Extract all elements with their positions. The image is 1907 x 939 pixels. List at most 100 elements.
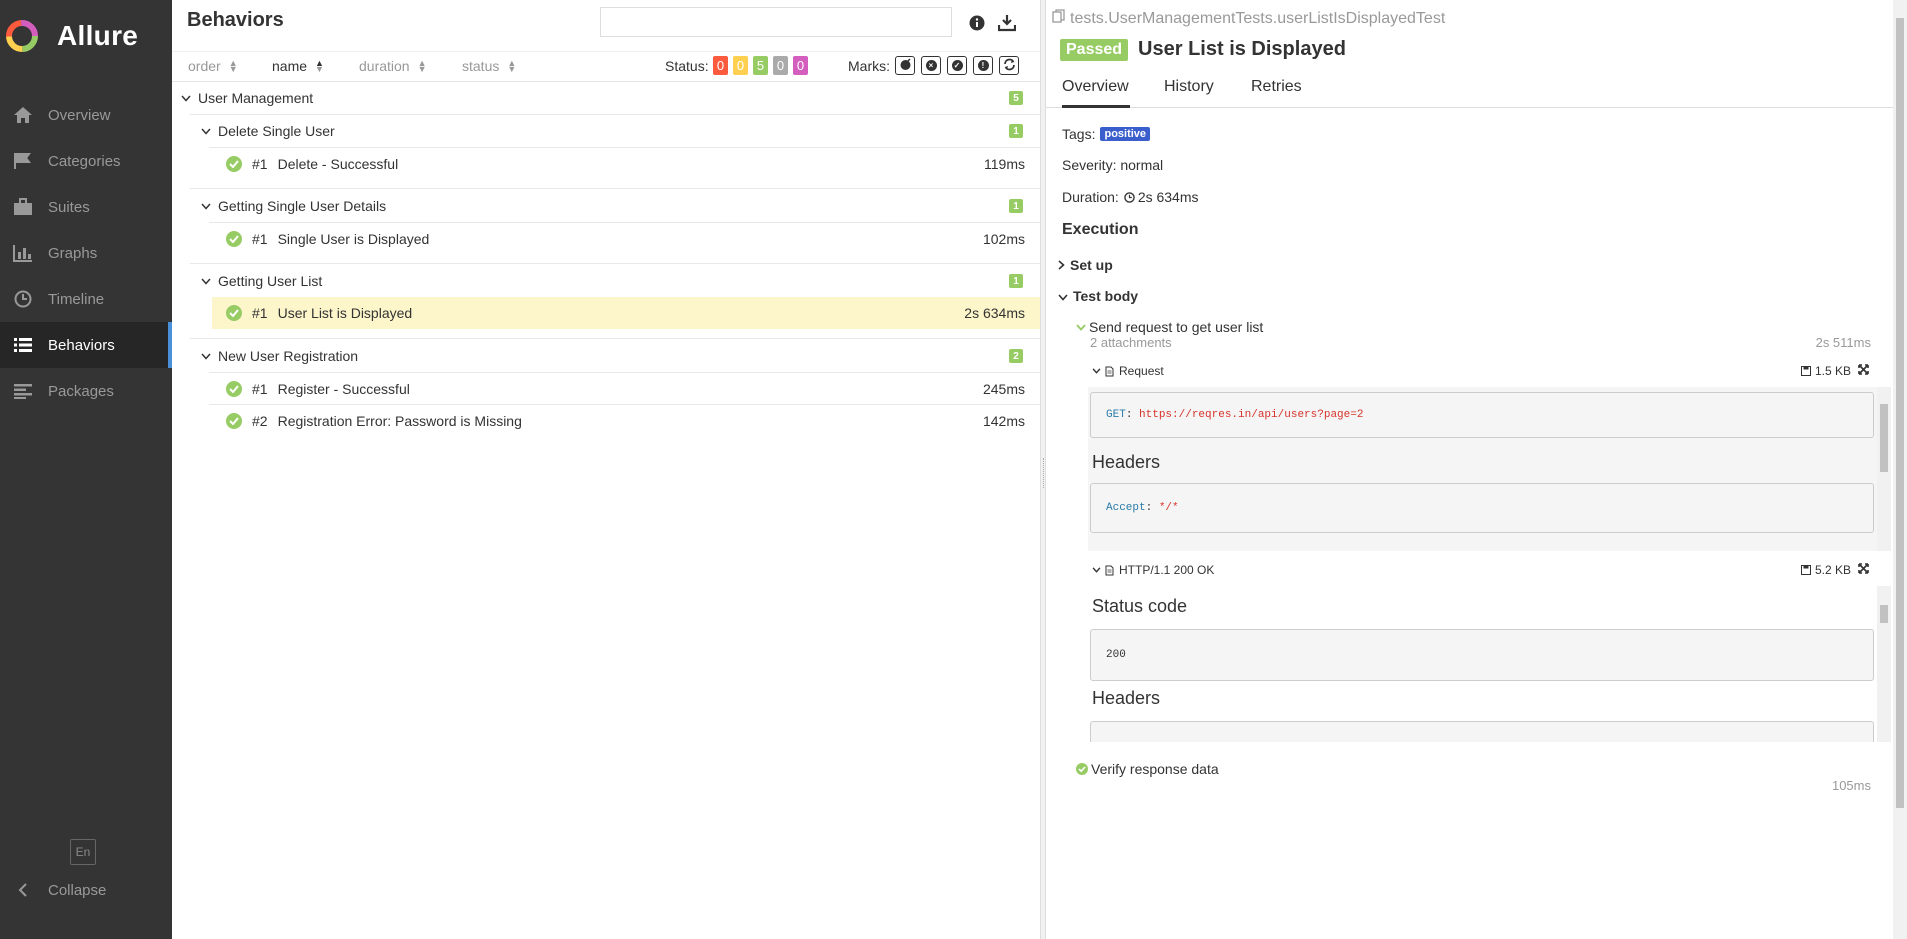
file-icon — [1105, 565, 1114, 576]
sort-duration[interactable]: duration ▲ ▼ — [359, 58, 427, 74]
sort-arrows-icon: ▲ ▼ — [228, 58, 238, 74]
sidebar-item-behaviors[interactable]: Behaviors — [0, 322, 172, 368]
attachment-request-header[interactable]: Request — [1092, 364, 1164, 378]
sort-name[interactable]: name ▲ ▼ — [272, 58, 324, 74]
test-duration: 142ms — [982, 413, 1025, 429]
chevron-down-icon — [200, 203, 212, 210]
attachment-scrollbar[interactable] — [1877, 586, 1891, 742]
test-row[interactable]: #2 Registration Error: Password is Missi… — [172, 405, 1040, 437]
collapse-button[interactable]: Collapse — [12, 877, 106, 903]
stage-setup[interactable]: Set up — [1058, 257, 1113, 273]
status-code-block: 200 — [1090, 629, 1874, 681]
execution-heading: Execution — [1062, 221, 1139, 238]
request-method: GET — [1106, 409, 1126, 421]
attachment-scrollbar[interactable] — [1877, 387, 1891, 551]
test-number: #1 — [252, 305, 268, 321]
passed-check-icon — [226, 413, 242, 429]
expand-icon[interactable] — [1858, 563, 1869, 577]
status-failed-toggle[interactable]: 0 — [713, 56, 728, 75]
info-icon[interactable] — [968, 14, 986, 32]
attachment-size-value: 5.2 KB — [1814, 563, 1851, 577]
chevron-down-icon — [1092, 567, 1101, 573]
request-url: https://reqres.in/api/users?page=2 — [1139, 409, 1364, 421]
sidebar-item-timeline[interactable]: Timeline — [0, 276, 172, 322]
test-number: #2 — [252, 413, 268, 429]
new-broken-mark-button[interactable]: ! — [973, 56, 993, 75]
tab-history[interactable]: History — [1164, 78, 1214, 108]
test-row[interactable]: #1 Delete - Successful 119ms — [172, 148, 1040, 180]
brand[interactable]: Allure — [0, 0, 172, 72]
language-selector[interactable]: En — [70, 839, 96, 865]
attachment-response-header[interactable]: HTTP/1.1 200 OK — [1092, 563, 1214, 577]
group-name: User Management — [198, 90, 314, 106]
flaky-mark-button[interactable] — [895, 56, 915, 75]
new-failed-mark-button[interactable]: × — [921, 56, 941, 75]
chevron-down-icon — [200, 128, 212, 135]
sidebar-item-categories[interactable]: Categories — [0, 138, 172, 184]
test-row[interactable]: #1 Register - Successful 245ms — [172, 373, 1040, 405]
passed-check-icon — [226, 156, 242, 172]
scrollbar-thumb[interactable] — [1880, 404, 1888, 472]
expand-icon[interactable] — [1858, 364, 1869, 378]
tab-overview[interactable]: Overview — [1062, 78, 1130, 108]
tree-group-getting-single-user-details[interactable]: Getting Single User Details 1 — [172, 190, 1040, 222]
clock-icon — [1124, 191, 1135, 203]
step-verify-response[interactable]: Verify response data — [1076, 761, 1219, 777]
stage-label: Set up — [1070, 257, 1113, 273]
stage-test-body[interactable]: Test body — [1058, 288, 1138, 304]
group-name: Delete Single User — [218, 123, 335, 139]
sidebar: Allure Overview Categories Suites Graphs… — [0, 0, 172, 939]
status-unknown-toggle[interactable]: 0 — [793, 56, 808, 75]
tree-group-getting-user-list[interactable]: Getting User List 1 — [172, 265, 1040, 297]
tree-group-user-management[interactable]: User Management 5 — [172, 82, 1040, 114]
sidebar-item-label: Packages — [48, 382, 114, 400]
step-send-request[interactable]: Send request to get user list — [1076, 319, 1263, 335]
sort-label: duration — [359, 58, 410, 74]
severity-row: Severity: normal — [1062, 157, 1164, 173]
test-detail-pane: tests.UserManagementTests.userListIsDisp… — [1046, 0, 1893, 939]
status-skipped-toggle[interactable]: 0 — [773, 56, 788, 75]
passed-check-icon — [1076, 763, 1088, 775]
sidebar-item-packages[interactable]: Packages — [0, 368, 172, 414]
sort-status[interactable]: status ▲ ▼ — [462, 58, 516, 74]
retries-mark-button[interactable] — [999, 56, 1019, 75]
tree-group-new-user-registration[interactable]: New User Registration 2 — [172, 340, 1040, 372]
tab-retries[interactable]: Retries — [1251, 78, 1302, 108]
step-duration: 105ms — [1831, 778, 1871, 793]
response-attachment-body[interactable]: Status code 200 Headers — [1088, 586, 1891, 742]
scrollbar-thumb[interactable] — [1896, 18, 1904, 808]
status-broken-toggle[interactable]: 0 — [733, 56, 748, 75]
list-icon — [12, 334, 34, 356]
copy-icon[interactable] — [1052, 9, 1065, 28]
sidebar-item-overview[interactable]: Overview — [0, 92, 172, 138]
header-value: */* — [1158, 502, 1179, 514]
test-full-name: tests.UserManagementTests.userListIsDisp… — [1052, 9, 1445, 28]
splitter-grip[interactable] — [1043, 458, 1044, 488]
sidebar-item-graphs[interactable]: Graphs — [0, 230, 172, 276]
sort-order[interactable]: order ▲ ▼ — [188, 58, 238, 74]
search-input[interactable] — [600, 7, 952, 37]
request-attachment-body[interactable]: GET: https://reqres.in/api/users?page=2 … — [1088, 387, 1891, 551]
new-passed-mark-button[interactable]: ✓ — [947, 56, 967, 75]
attachment-title: HTTP/1.1 200 OK — [1119, 563, 1215, 577]
test-row[interactable]: #1 Single User is Displayed 102ms — [172, 223, 1040, 255]
download-icon[interactable] — [998, 14, 1016, 32]
group-name: New User Registration — [218, 348, 359, 364]
behaviors-pane: Behaviors order ▲ ▼ name ▲ ▼ duration ▲ ▼ stat… — [172, 0, 1040, 939]
test-title: User List is Displayed — [1138, 38, 1346, 60]
sidebar-item-label: Overview — [48, 106, 111, 124]
chevron-right-icon — [1058, 257, 1065, 273]
chevron-left-icon — [12, 883, 34, 897]
test-row-selected[interactable]: #1 User List is Displayed 2s 634ms — [212, 297, 1040, 329]
scrollbar-thumb[interactable] — [1880, 605, 1888, 623]
tree-group-delete-single-user[interactable]: Delete Single User 1 — [172, 115, 1040, 147]
status-code-label: Status code — [1092, 596, 1188, 616]
detail-scrollbar[interactable] — [1893, 0, 1907, 939]
status-badge: Passed — [1060, 38, 1129, 61]
chevron-down-icon — [1058, 288, 1068, 304]
sidebar-item-suites[interactable]: Suites — [0, 184, 172, 230]
status-passed-toggle[interactable]: 5 — [753, 56, 768, 75]
sidebar-nav: Overview Categories Suites Graphs Timeli… — [0, 92, 172, 414]
test-duration: 2s 634ms — [964, 305, 1025, 321]
home-icon — [12, 104, 34, 126]
